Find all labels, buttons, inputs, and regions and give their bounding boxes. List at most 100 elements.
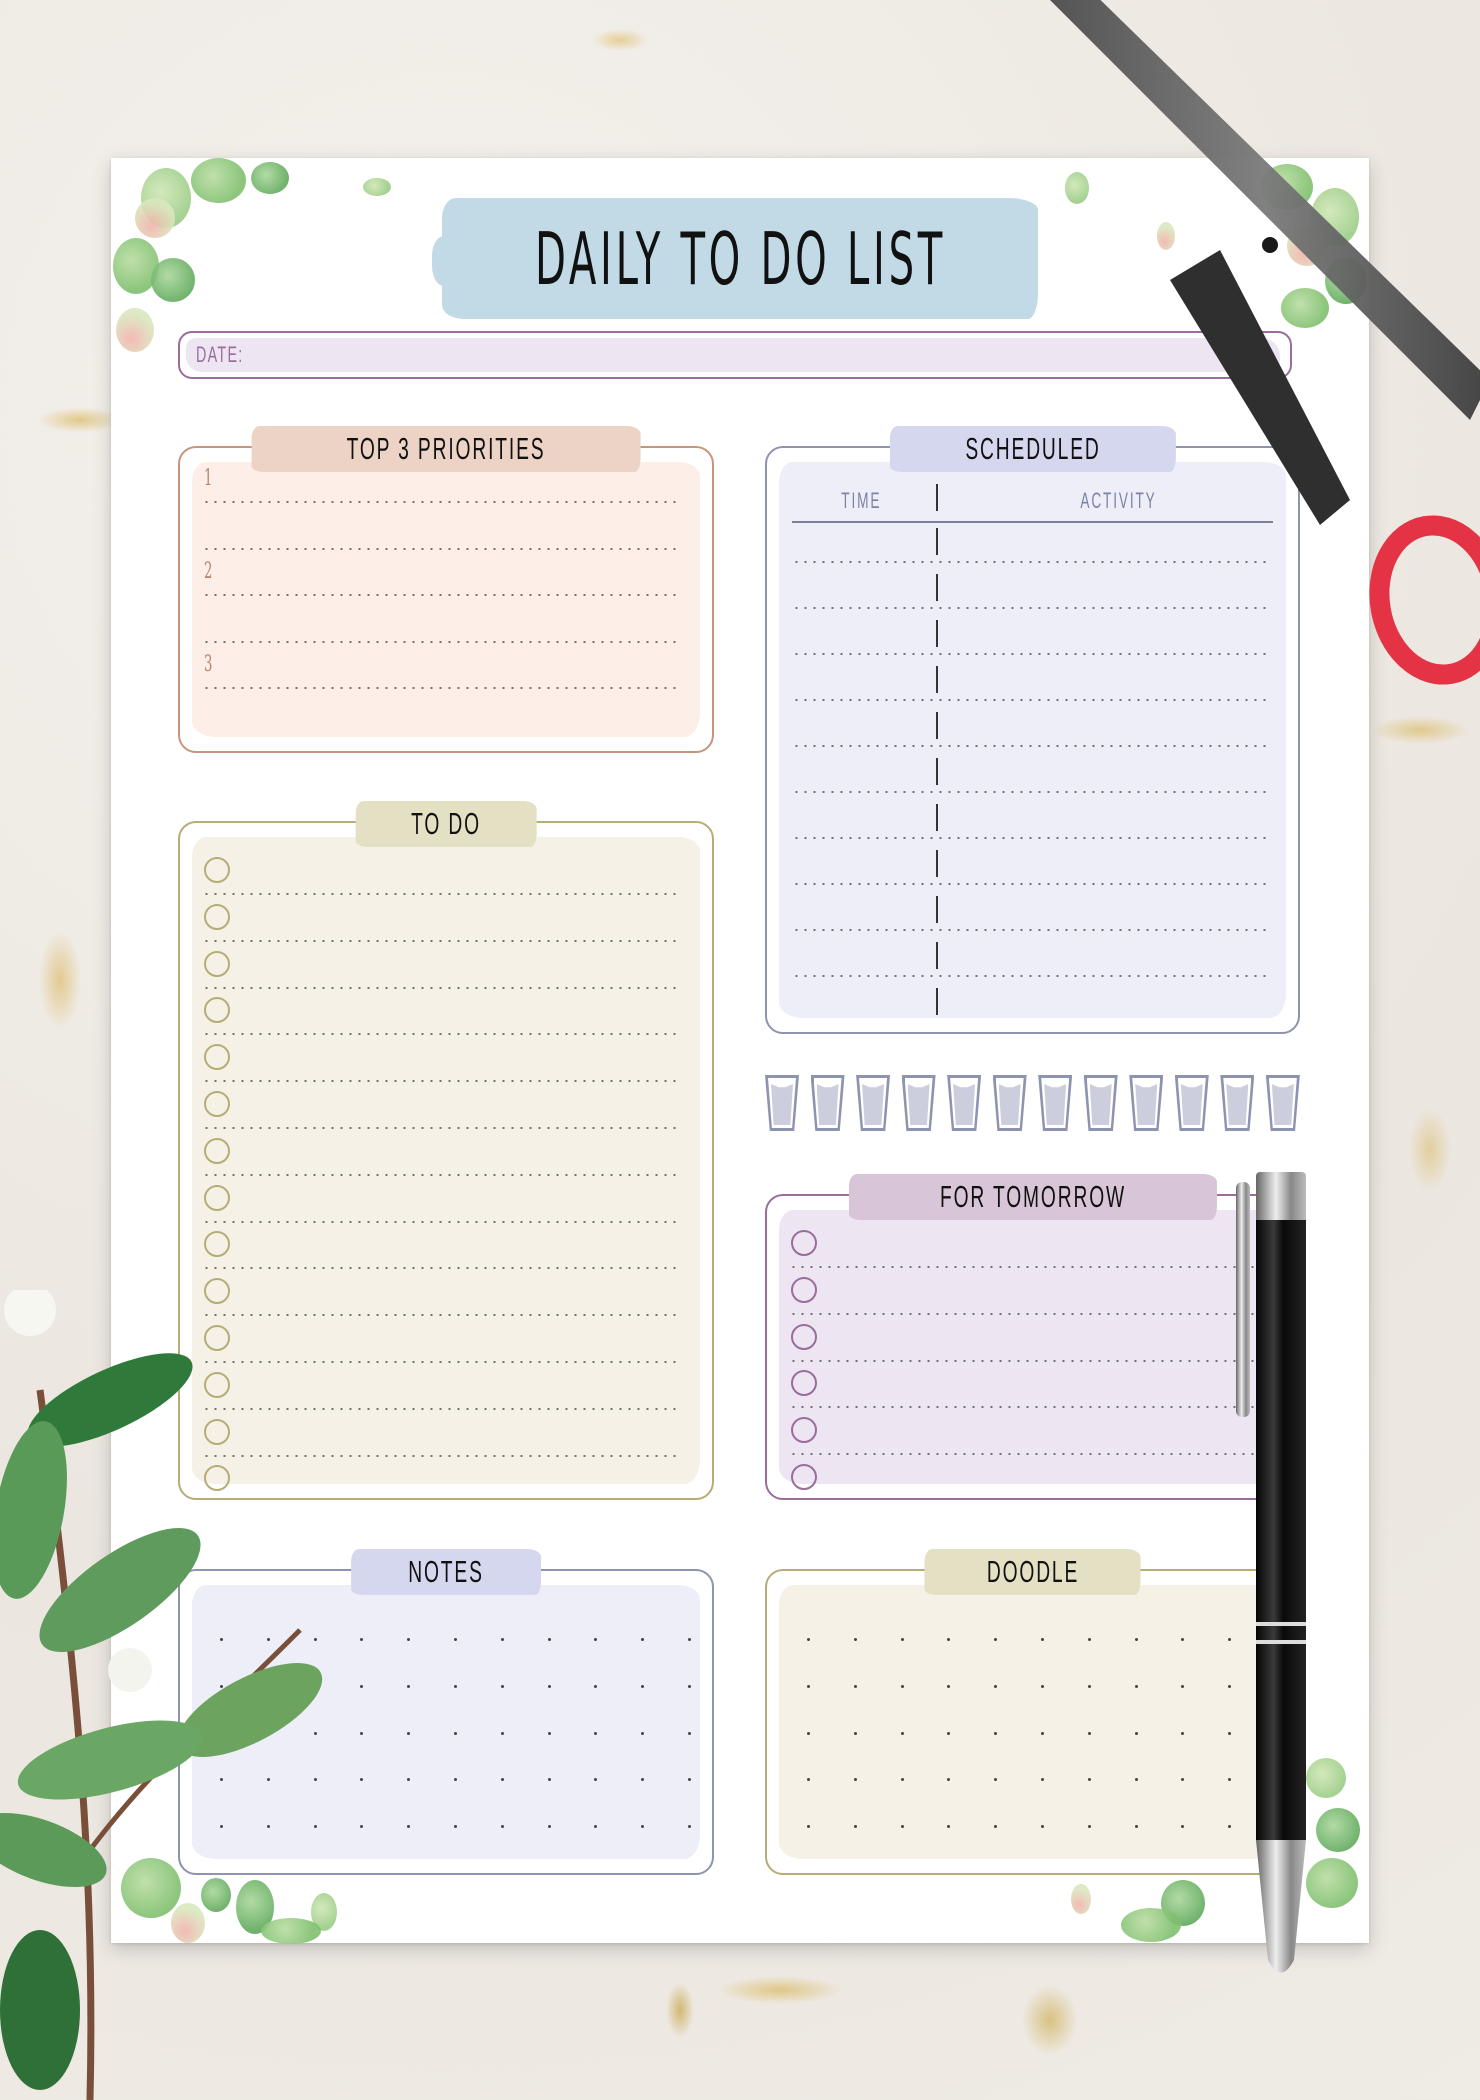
notes-background — [192, 1585, 700, 1859]
todo-line[interactable] — [202, 1033, 682, 1036]
todo-line[interactable] — [202, 1220, 682, 1223]
column-divider — [936, 574, 938, 601]
todo-line[interactable] — [202, 1173, 682, 1176]
date-field[interactable]: DATE: — [178, 331, 1292, 379]
page-title: DAILY TO DO LIST — [534, 216, 946, 301]
todo-section: TO DO — [178, 801, 714, 1500]
todo-checkbox[interactable] — [204, 1278, 230, 1305]
todo-line[interactable] — [202, 1314, 682, 1317]
priority-line[interactable] — [202, 548, 682, 550]
todo-checkbox[interactable] — [204, 1371, 230, 1398]
todo-title: TO DO — [411, 806, 481, 841]
todo-line[interactable] — [202, 939, 682, 942]
tomorrow-line[interactable] — [789, 1406, 1268, 1409]
notes-grid-dot — [688, 1731, 691, 1735]
doodle-grid-dot — [1087, 1825, 1091, 1829]
leaf-decoration — [1306, 1758, 1346, 1798]
notes-grid-dot — [313, 1825, 317, 1829]
doodle-grid-dot — [1275, 1684, 1278, 1688]
leaf-decoration — [1261, 164, 1313, 210]
todo-line[interactable] — [202, 1267, 682, 1270]
doodle-grid-dot — [1134, 1684, 1138, 1688]
notes-grid-dot — [547, 1684, 551, 1688]
water-glass-icon[interactable] — [901, 1075, 936, 1131]
schedule-row-line[interactable] — [792, 745, 1270, 747]
todo-checkbox[interactable] — [204, 1465, 230, 1492]
water-glass-icon[interactable] — [1038, 1075, 1073, 1131]
for-tomorrow-title: FOR TOMORROW — [939, 1179, 1126, 1214]
scheduled-section: SCHEDULED TIME ACTIVITY — [765, 426, 1300, 1034]
leaf-decoration — [251, 162, 289, 194]
doodle-grid-dot — [994, 1684, 998, 1688]
todo-checkbox[interactable] — [204, 1091, 230, 1117]
leaf-decoration — [135, 198, 175, 238]
notes-grid-dot — [641, 1731, 645, 1735]
todo-line[interactable] — [202, 1407, 682, 1410]
water-glass-icon[interactable] — [992, 1075, 1027, 1131]
tomorrow-line[interactable] — [789, 1266, 1268, 1268]
todo-line[interactable] — [202, 986, 682, 989]
todo-tab: TO DO — [355, 801, 537, 847]
schedule-row-line[interactable] — [792, 975, 1270, 977]
water-glass-icon[interactable] — [856, 1075, 891, 1131]
todo-checkbox[interactable] — [204, 857, 230, 883]
todo-checkbox[interactable] — [204, 903, 230, 930]
water-glass-icon[interactable] — [947, 1075, 982, 1131]
water-glass-icon[interactable] — [1174, 1075, 1209, 1131]
todo-checkbox[interactable] — [204, 1418, 230, 1445]
plant-leaf — [0, 1813, 107, 1887]
tomorrow-line[interactable] — [789, 1453, 1268, 1456]
plant-flower — [4, 1290, 56, 1336]
leaf-decoration — [191, 158, 246, 203]
schedule-row-line[interactable] — [792, 929, 1270, 931]
column-divider — [936, 896, 938, 923]
water-glass-icon[interactable] — [810, 1075, 845, 1131]
tomorrow-line[interactable] — [789, 1312, 1268, 1315]
priority-line[interactable] — [202, 594, 682, 596]
tomorrow-line[interactable] — [789, 1359, 1268, 1362]
todo-line[interactable] — [202, 1361, 682, 1363]
schedule-row-line[interactable] — [792, 837, 1270, 839]
notes-grid-dot — [266, 1638, 270, 1641]
water-glass-icon[interactable] — [1129, 1075, 1164, 1131]
doodle-grid-dot — [807, 1684, 810, 1688]
schedule-row-line[interactable] — [792, 883, 1270, 885]
doodle-grid-dot — [853, 1825, 857, 1829]
water-glass-icon[interactable] — [765, 1075, 799, 1131]
todo-line[interactable] — [202, 1080, 682, 1083]
notes-grid-dot — [220, 1684, 223, 1688]
todo-checkbox[interactable] — [204, 950, 230, 977]
notes-grid-dot — [313, 1684, 317, 1688]
water-glass-icon[interactable] — [1265, 1075, 1300, 1131]
priority-line[interactable] — [202, 501, 682, 503]
notes-grid-dot — [220, 1638, 223, 1641]
date-field-background — [186, 338, 1280, 372]
todo-checkbox[interactable] — [204, 1184, 230, 1211]
priority-line[interactable] — [202, 641, 682, 643]
tomorrow-checkbox[interactable] — [791, 1417, 817, 1444]
tomorrow-checkbox[interactable] — [791, 1323, 817, 1350]
doodle-grid-dot — [900, 1731, 904, 1735]
priority-line[interactable] — [202, 687, 682, 689]
tomorrow-checkbox[interactable] — [791, 1464, 817, 1490]
todo-checkbox[interactable] — [204, 1137, 230, 1164]
todo-checkbox[interactable] — [204, 1044, 230, 1071]
todo-checkbox[interactable] — [204, 1325, 230, 1351]
schedule-row-line[interactable] — [792, 561, 1270, 563]
todo-line[interactable] — [202, 1127, 682, 1129]
todo-line[interactable] — [202, 893, 682, 895]
schedule-row-line[interactable] — [792, 653, 1270, 655]
todo-line[interactable] — [202, 1454, 682, 1457]
schedule-row-line[interactable] — [792, 607, 1270, 609]
tomorrow-checkbox[interactable] — [791, 1276, 817, 1303]
water-glass-icon[interactable] — [1083, 1075, 1118, 1131]
scheduled-title: SCHEDULED — [964, 431, 1101, 466]
water-glass-icon[interactable] — [1220, 1075, 1255, 1131]
tomorrow-checkbox[interactable] — [791, 1230, 817, 1256]
schedule-row-line[interactable] — [792, 699, 1270, 701]
for-tomorrow-background — [779, 1210, 1286, 1484]
schedule-row-line[interactable] — [792, 791, 1270, 793]
notes-grid-dot — [407, 1731, 411, 1735]
doodle-title: DOODLE — [986, 1554, 1079, 1589]
priorities-section: TOP 3 PRIORITIES 1 2 3 — [178, 426, 714, 753]
